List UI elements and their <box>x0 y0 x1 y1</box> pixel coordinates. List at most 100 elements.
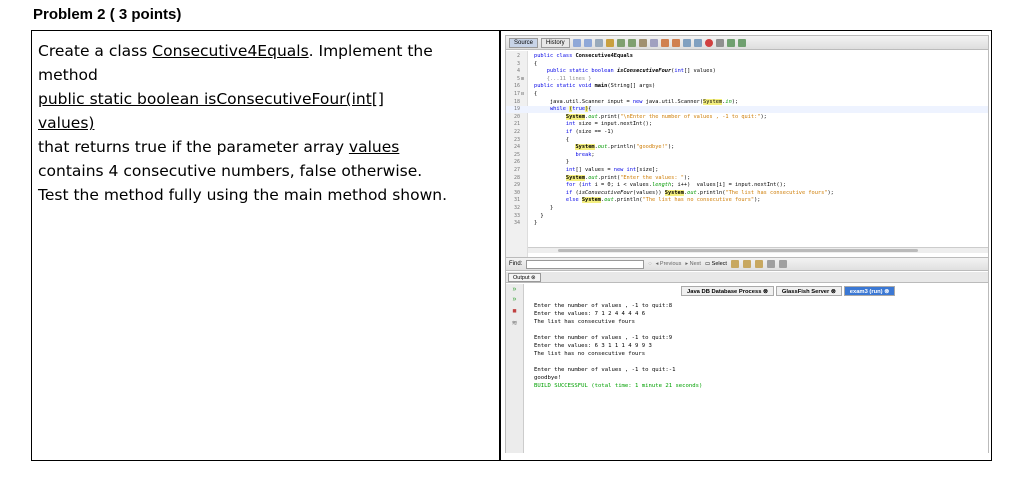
class-name: Consecutive4Equals <box>152 42 309 60</box>
code-text: } <box>534 159 570 166</box>
scrollbar-thumb[interactable] <box>558 249 918 252</box>
problem-table: Create a class Consecutive4Equals. Imple… <box>31 30 992 461</box>
code-line[interactable]: 27 int[] values = new int[size]; <box>506 167 988 174</box>
code-line[interactable]: 16 public static void main(String[] args) <box>506 83 988 90</box>
code-text: { <box>534 91 538 97</box>
comment-icon[interactable] <box>682 38 691 47</box>
console-line: Enter the number of values , -1 to quit:… <box>534 367 676 373</box>
code-line[interactable]: 4 public static boolean isConsecutiveFou… <box>506 68 988 75</box>
line-number: 28 <box>513 174 520 181</box>
line-number: 29 <box>513 182 520 189</box>
code-line[interactable]: 32 } <box>506 205 988 212</box>
code-text: System.out.print("Enter the values: "); <box>565 174 691 181</box>
code-line[interactable]: 28 System.out.print("Enter the values: "… <box>506 174 988 182</box>
find-previous-button[interactable]: ◂ Previous <box>656 261 682 267</box>
line-number: 31 <box>513 197 520 204</box>
find-bar: Find: ◌ ◂ Previous ▸ Next ▭ Select <box>506 257 988 271</box>
rerun-params-icon[interactable]: » <box>510 296 519 303</box>
nav-icon[interactable] <box>594 38 603 47</box>
code-line[interactable]: 29 for (int i = 0; i < values.length; i+… <box>506 182 988 189</box>
source-tab[interactable]: Source <box>509 37 539 48</box>
find-next-button[interactable]: ▸ Next <box>685 261 701 267</box>
settings-icon[interactable]: ≋ <box>510 320 519 327</box>
line-number: 34 <box>513 220 520 227</box>
fold-toggle-icon[interactable]: ⊞ <box>521 76 524 83</box>
output-tab[interactable]: Output ⊗ <box>508 273 541 282</box>
code-line[interactable]: 23 { <box>506 137 988 144</box>
regex-icon[interactable] <box>754 260 763 268</box>
history-tab[interactable]: History <box>541 37 570 48</box>
rerun-icon[interactable]: » <box>510 286 519 293</box>
editor-horizontal-scrollbar[interactable] <box>528 247 988 253</box>
code-text: int size = input.nextInt(); <box>565 121 653 128</box>
wrap-icon[interactable] <box>778 260 787 268</box>
console-line: The list has consecutive fours <box>534 319 636 325</box>
line-number: 20 <box>513 113 520 120</box>
toggle-icon[interactable] <box>638 38 647 47</box>
description-line-7: Test the method fully using the main met… <box>38 186 448 204</box>
fold-toggle-icon[interactable]: ⊟ <box>521 91 524 98</box>
shift-right-icon[interactable] <box>671 38 680 47</box>
console-line: Enter the number of values , -1 to quit:… <box>534 303 673 309</box>
method-signature-line-1: public static boolean isConsecutiveFour(… <box>38 90 384 108</box>
match-case-icon[interactable] <box>730 260 739 268</box>
code-line[interactable]: 31 else System.out.println("The list has… <box>506 197 988 204</box>
back-icon[interactable] <box>572 38 581 47</box>
forward-icon[interactable] <box>583 38 592 47</box>
find-select-button[interactable]: ▭ Select <box>705 261 727 267</box>
method-signature-line-2: values) <box>38 114 95 132</box>
shift-left-icon[interactable] <box>660 38 669 47</box>
code-line[interactable]: 21 int size = input.nextInt(); <box>506 121 988 128</box>
console-line: BUILD SUCCESSFUL (total time: 1 minute 2… <box>534 383 703 389</box>
stop-macro-icon[interactable] <box>715 38 724 47</box>
editor-toolbar: Source History <box>506 36 988 50</box>
line-number: 2 <box>516 53 520 59</box>
code-line[interactable]: 33 } <box>506 213 988 220</box>
diff-icon[interactable] <box>726 38 735 47</box>
search-icon[interactable] <box>605 38 614 47</box>
stop-icon[interactable]: ■ <box>510 308 519 315</box>
code-line[interactable]: 3{ <box>506 61 988 68</box>
whole-words-icon[interactable] <box>742 260 751 268</box>
code-text: else System.out.println("The list has no… <box>565 197 761 204</box>
code-line[interactable]: 25 break; <box>506 152 988 159</box>
code-line[interactable]: 26 } <box>506 159 988 166</box>
code-text: public static boolean isConsecutiveFour(… <box>546 68 716 75</box>
code-line[interactable]: 22 if (size == -1) <box>506 129 988 136</box>
code-line[interactable]: 20 System.out.print("\nEnter the number … <box>506 113 988 121</box>
find-options-icon[interactable]: ◌ <box>648 261 651 267</box>
find-input[interactable] <box>526 259 645 269</box>
code-text: System.out.print("\nEnter the number of … <box>565 113 767 120</box>
description-line-5: that returns true if the parameter array… <box>38 138 400 156</box>
code-editor[interactable]: 2 public class Consecutive4Equals 3{4 publ… <box>506 51 988 257</box>
code-line[interactable]: 18 java.util.Scanner input = new java.ut… <box>506 98 988 106</box>
line-number: 5 <box>516 75 520 82</box>
process-tab-javadb[interactable]: Java DB Database Process ⊗ <box>681 286 774 296</box>
process-tab-exam3[interactable]: exam3 (run) ⊗ <box>843 286 896 296</box>
code-line[interactable]: 2 public class Consecutive4Equals <box>506 53 988 60</box>
code-line[interactable]: 24 System.out.println("goodbye!"); <box>506 144 988 151</box>
uncomment-icon[interactable] <box>693 38 702 47</box>
diff-next-icon[interactable] <box>737 38 746 47</box>
record-macro-icon[interactable] <box>704 38 713 47</box>
highlight-icon[interactable] <box>766 260 775 268</box>
line-number: 3 <box>516 60 520 67</box>
bookmark-icon[interactable] <box>649 38 658 47</box>
console-line: The list has no consecutive fours <box>534 351 646 357</box>
code-line[interactable]: 30 if (isConsecutiveFour(values)) System… <box>506 189 988 197</box>
process-tab-glassfish[interactable]: GlassFish Server ⊗ <box>775 286 842 296</box>
code-text: for (int i = 0; i < values.length; i++) … <box>565 182 786 189</box>
code-text: { <box>534 136 570 143</box>
description-line-2: method <box>38 66 98 84</box>
output-panel: » » ■ ≋ Java DB Database Process ⊗ Glass… <box>506 284 988 453</box>
code-line[interactable]: 17 ⊟ { <box>506 91 988 98</box>
code-line[interactable]: 19 while (true){ <box>506 106 988 114</box>
ide-screenshot: Source History 2 public class Consecutive… <box>505 35 989 453</box>
code-line[interactable]: 5 ⊞ {...11 lines } <box>506 76 988 83</box>
line-number: 25 <box>513 151 520 158</box>
code-line[interactable]: 34} <box>506 220 988 227</box>
find-next-icon[interactable] <box>627 38 636 47</box>
line-number: 19 <box>513 106 520 113</box>
find-prev-icon[interactable] <box>616 38 625 47</box>
